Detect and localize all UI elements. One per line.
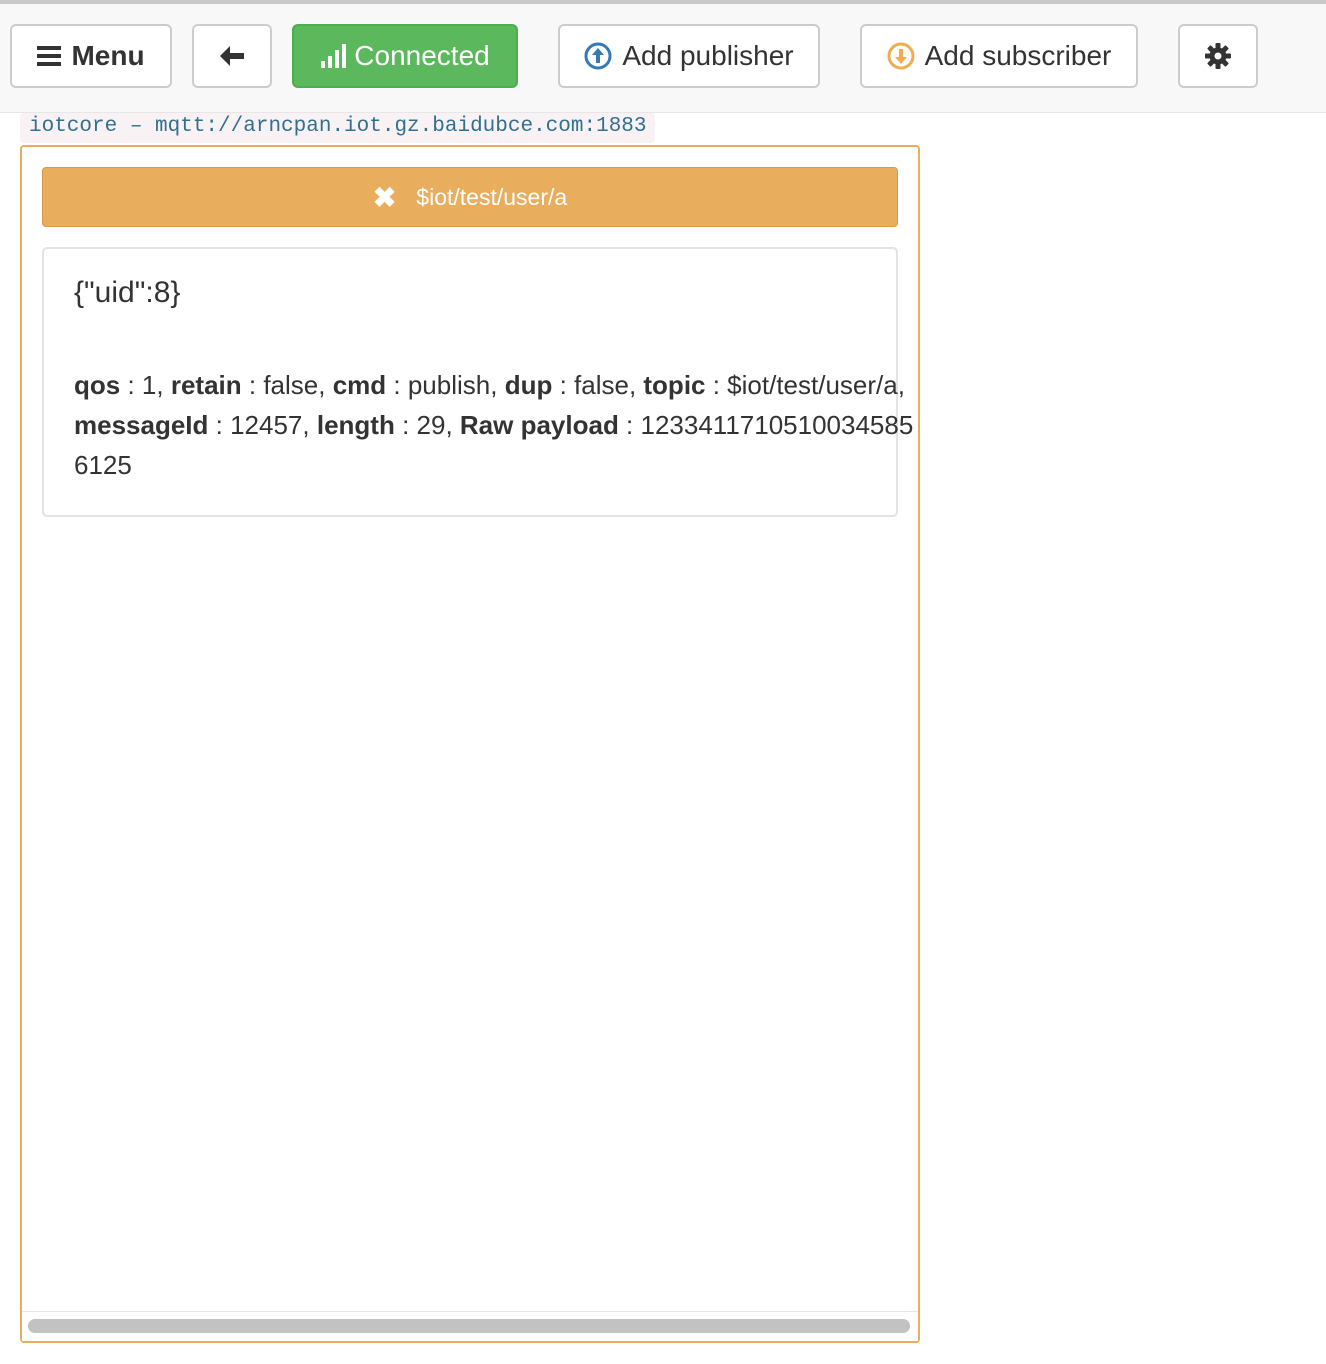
message-payload: {"uid":8}: [74, 276, 181, 309]
meta-key-length: length: [316, 410, 395, 440]
meta-key-cmd: cmd: [332, 370, 387, 400]
subscription-topic-bar[interactable]: ✖ $iot/test/user/a: [42, 167, 898, 227]
menu-button[interactable]: Menu: [10, 24, 172, 88]
meta-value-qos: 1: [141, 370, 157, 400]
meta-value-message-id: 12457: [230, 410, 303, 440]
hamburger-icon: [37, 45, 62, 67]
meta-value-cmd: publish: [407, 370, 491, 400]
arrow-down-circle-icon: [887, 42, 915, 70]
meta-value-retain: false: [263, 370, 319, 400]
meta-key-retain: retain: [170, 370, 242, 400]
arrow-up-circle-icon: [584, 42, 612, 70]
signal-bars-icon: [320, 43, 347, 69]
meta-key-qos: qos: [74, 370, 121, 400]
toolbar: Menu Connected Add publisher Add subscri…: [0, 4, 1326, 113]
connected-label: Connected: [354, 40, 490, 71]
connected-button[interactable]: Connected: [292, 24, 518, 88]
subscription-panel: ✖ $iot/test/user/a {"uid":8} qos : 1, re…: [20, 145, 920, 1343]
meta-key-message-id: messageId: [74, 410, 209, 440]
meta-value-dup: false: [574, 370, 629, 400]
message-meta: qos : 1, retain : false, cmd : publish, …: [74, 370, 914, 480]
back-button[interactable]: [192, 24, 272, 88]
meta-key-dup: dup: [504, 370, 553, 400]
add-publisher-label: Add publisher: [622, 40, 794, 71]
close-icon[interactable]: ✖: [373, 181, 396, 214]
meta-key-raw-payload: Raw payload: [459, 410, 619, 440]
scrollbar-thumb[interactable]: [28, 1319, 910, 1333]
meta-key-topic: topic: [643, 370, 706, 400]
add-subscriber-button[interactable]: Add subscriber: [860, 24, 1138, 88]
subscription-topic: $iot/test/user/a: [416, 183, 568, 210]
settings-button[interactable]: [1178, 24, 1258, 88]
message-card: {"uid":8} qos : 1, retain : false, cmd :…: [42, 247, 913, 517]
connection-label: iotcore – mqtt://arncpan.iot.gz.baidubce…: [20, 113, 655, 143]
add-publisher-button[interactable]: Add publisher: [558, 24, 820, 88]
menu-label: Menu: [71, 40, 145, 71]
horizontal-scrollbar[interactable]: [22, 1311, 918, 1341]
meta-value-length: 29: [416, 410, 446, 440]
gear-icon: [1204, 42, 1232, 70]
meta-value-topic: $iot/test/user/a: [727, 370, 898, 400]
add-subscriber-label: Add subscriber: [924, 40, 1112, 71]
arrow-left-icon: [218, 44, 246, 68]
